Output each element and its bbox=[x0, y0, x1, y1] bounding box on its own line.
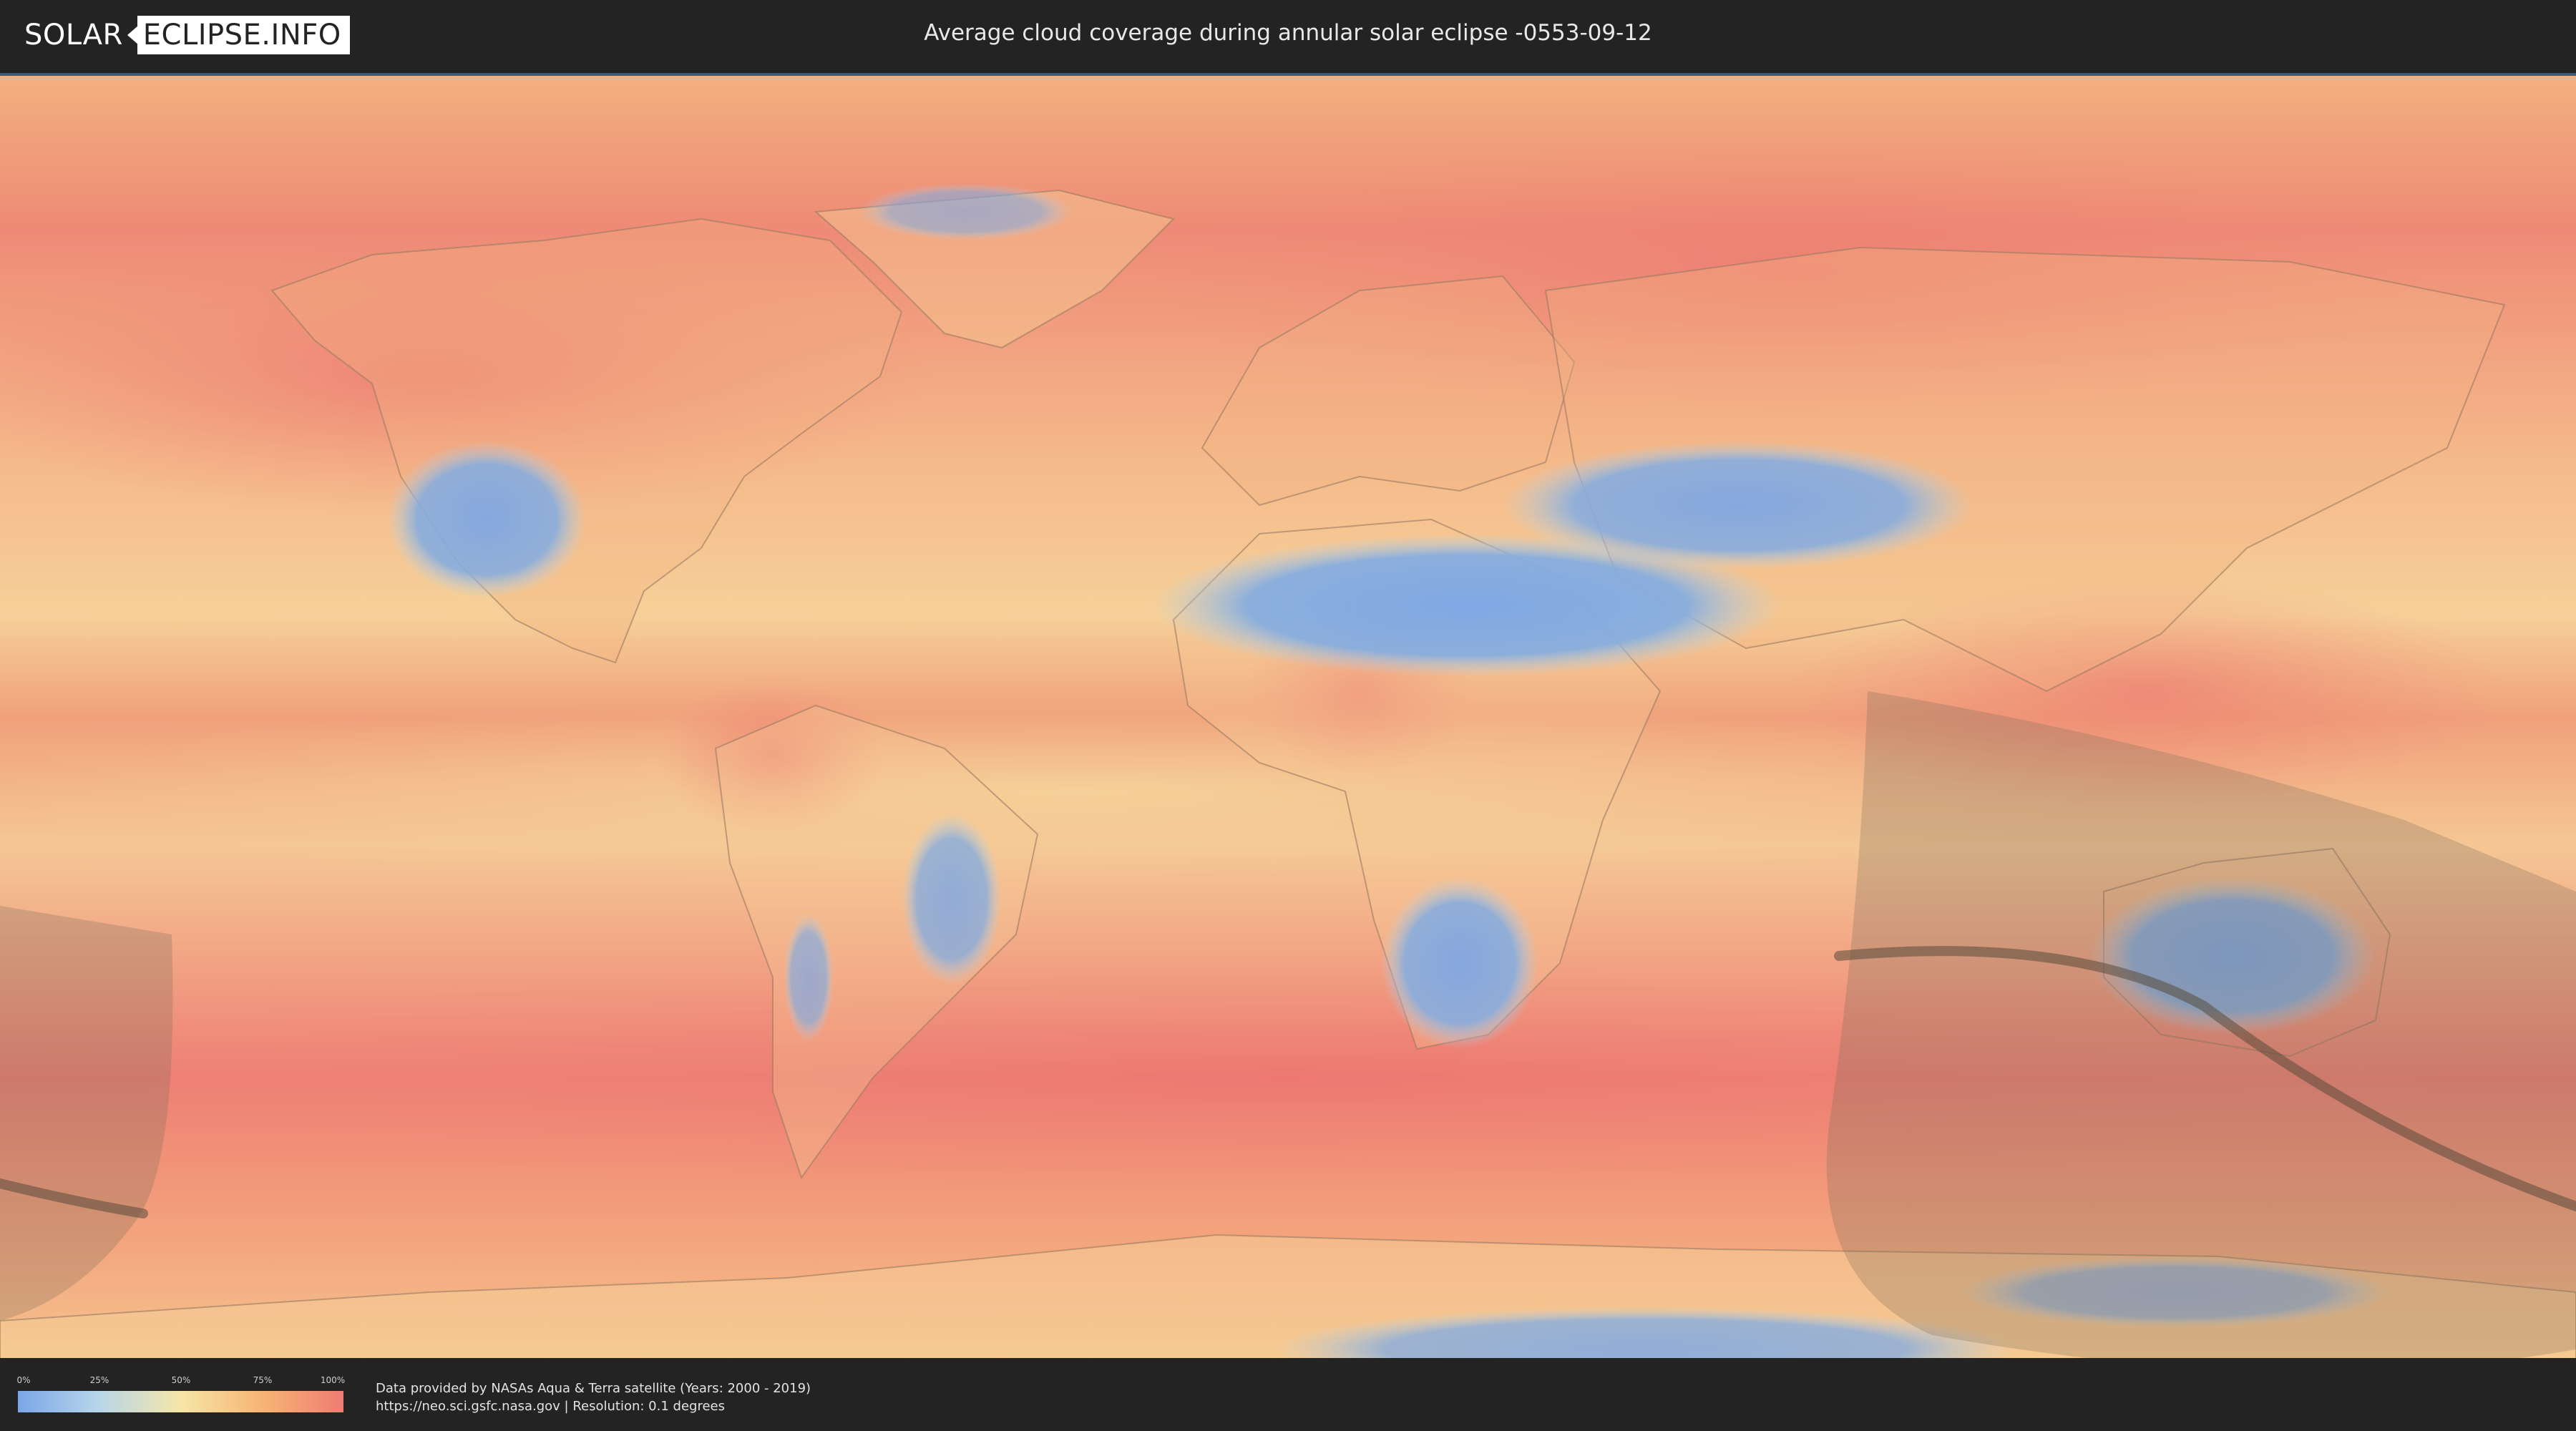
legend-color-bar bbox=[18, 1391, 343, 1412]
legend-tick-75: 75% bbox=[253, 1375, 273, 1385]
header-bar: SOLAR ECLIPSE.INFO Average cloud coverag… bbox=[0, 0, 2576, 72]
cloud-coverage-legend: 0% 25% 50% 75% 100% bbox=[16, 1375, 346, 1412]
world-map-svg bbox=[0, 76, 2576, 1359]
footer-bar: 0% 25% 50% 75% 100% Data provided by NAS… bbox=[0, 1358, 2576, 1431]
page-title: Average cloud coverage during annular so… bbox=[924, 20, 1652, 46]
legend-tick-50: 50% bbox=[171, 1375, 191, 1385]
credits-line-source: Data provided by NASAs Aqua & Terra sate… bbox=[376, 1381, 811, 1396]
cloud-coverage-map bbox=[0, 73, 2576, 1359]
legend-ticks: 0% 25% 50% 75% 100% bbox=[16, 1375, 346, 1387]
credits-line-url: https://neo.sci.gsfc.nasa.gov | Resoluti… bbox=[376, 1399, 725, 1414]
legend-tick-25: 25% bbox=[89, 1375, 109, 1385]
legend-tick-100: 100% bbox=[320, 1375, 346, 1385]
data-credits: Data provided by NASAs Aqua & Terra sate… bbox=[376, 1379, 811, 1415]
legend-tick-0: 0% bbox=[16, 1375, 31, 1385]
